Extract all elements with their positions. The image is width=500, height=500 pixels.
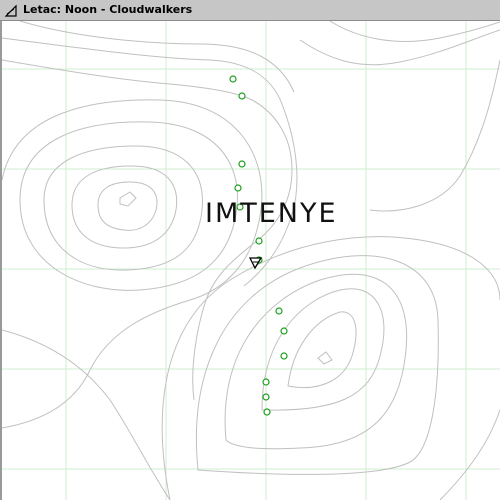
waypoint-marker [262, 378, 270, 386]
waypoint-marker [275, 307, 283, 315]
map-view[interactable]: IMTENYE [2, 21, 500, 500]
window-title: Letac: Noon - Cloudwalkers [23, 3, 193, 16]
waypoint-marker [234, 184, 242, 192]
place-label: IMTENYE [205, 198, 338, 229]
waypoint-marker [255, 237, 263, 245]
app-window: Letac: Noon - Cloudwalkers IMTENYE [0, 0, 500, 500]
waypoint-marker [280, 352, 288, 360]
title-bar[interactable]: Letac: Noon - Cloudwalkers [0, 0, 500, 21]
waypoint-marker [263, 408, 271, 416]
sail-icon [4, 3, 18, 17]
waypoint-marker [262, 393, 270, 401]
waypoint-marker [280, 327, 288, 335]
waypoint-marker [238, 92, 246, 100]
waypoint-marker [238, 160, 246, 168]
waypoint-marker [229, 75, 237, 83]
